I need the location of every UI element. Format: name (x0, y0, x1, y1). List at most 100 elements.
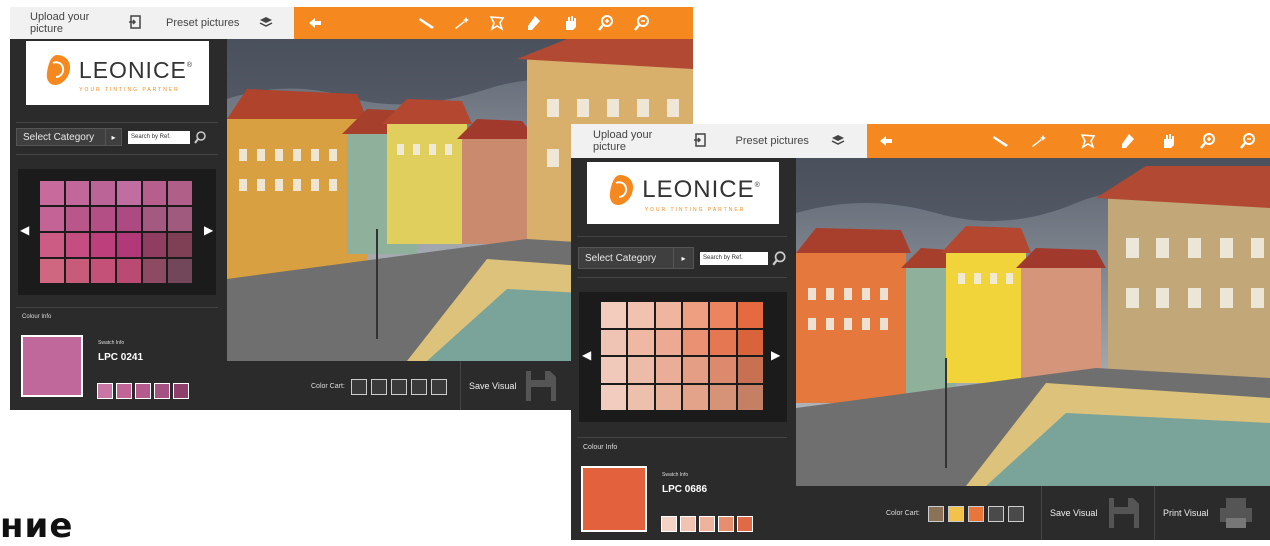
palette-swatch[interactable] (65, 233, 90, 257)
search-ref-input[interactable]: Search by Ref. (128, 130, 190, 144)
palette-swatch[interactable] (116, 259, 141, 283)
color-cart[interactable] (351, 379, 447, 395)
hand-icon[interactable] (561, 14, 579, 32)
palette-swatch[interactable] (91, 181, 115, 205)
hand-icon[interactable] (1159, 132, 1177, 150)
undo-icon[interactable] (306, 14, 324, 32)
palette-swatch[interactable] (737, 384, 763, 410)
palette-swatch[interactable] (116, 233, 141, 257)
cart-slot[interactable] (391, 379, 407, 395)
palette-swatch[interactable] (142, 207, 167, 231)
palette-swatch[interactable] (40, 207, 64, 231)
magic-wand-icon[interactable] (453, 14, 471, 32)
shade-swatch[interactable] (737, 516, 753, 532)
cart-slot[interactable] (968, 506, 984, 522)
color-cart[interactable] (928, 506, 1024, 522)
cart-slot[interactable] (948, 506, 964, 522)
palette-swatch[interactable] (683, 357, 709, 383)
preset-pictures-button[interactable]: Preset pictures (158, 15, 288, 32)
zoom-out-icon[interactable] (1239, 132, 1257, 150)
palette-swatch[interactable] (40, 259, 64, 283)
cart-slot[interactable] (1008, 506, 1024, 522)
palette-swatch[interactable] (601, 384, 627, 410)
palette-swatch[interactable] (91, 233, 115, 257)
select-category-dropdown[interactable]: Select Category (578, 247, 674, 269)
palette-swatch[interactable] (168, 259, 192, 283)
category-next-button[interactable]: ▸ (106, 128, 122, 146)
palette-swatch[interactable] (91, 207, 115, 231)
palette-swatch[interactable] (601, 357, 627, 383)
palette-prev-arrow[interactable]: ◀ (20, 223, 29, 237)
cart-slot[interactable] (411, 379, 427, 395)
shade-swatch[interactable] (116, 383, 132, 399)
palette-swatch[interactable] (628, 329, 654, 355)
palette-swatch[interactable] (710, 384, 736, 410)
palette-swatch[interactable] (710, 302, 736, 328)
palette-swatch[interactable] (683, 384, 709, 410)
save-visual-button[interactable]: Save Visual (1041, 486, 1153, 540)
palette-swatch[interactable] (655, 302, 681, 328)
cart-slot[interactable] (431, 379, 447, 395)
print-visual-button[interactable]: Print Visual (1154, 486, 1270, 540)
palette-swatch[interactable] (116, 181, 141, 205)
palette-swatch[interactable] (91, 259, 115, 283)
brush-icon[interactable] (992, 132, 1010, 150)
palette-swatch[interactable] (168, 233, 192, 257)
palette-swatch[interactable] (655, 329, 681, 355)
zoom-in-icon[interactable] (1199, 132, 1217, 150)
palette-swatch[interactable] (168, 207, 192, 231)
zoom-in-icon[interactable] (597, 14, 615, 32)
palette-swatch[interactable] (737, 357, 763, 383)
search-icon[interactable] (771, 250, 787, 266)
upload-picture-button[interactable]: Upload your picture (571, 129, 715, 153)
shade-swatch[interactable] (680, 516, 696, 532)
shade-swatch[interactable] (661, 516, 677, 532)
undo-icon[interactable] (877, 132, 895, 150)
category-next-button[interactable]: ▸ (674, 247, 694, 269)
cart-slot[interactable] (928, 506, 944, 522)
select-category-dropdown[interactable]: Select Category (16, 128, 106, 146)
lasso-icon[interactable] (1079, 132, 1097, 150)
shade-swatch[interactable] (97, 383, 113, 399)
palette-swatch[interactable] (142, 233, 167, 257)
palette-swatch[interactable] (65, 181, 90, 205)
palette-swatch[interactable] (65, 259, 90, 283)
palette-next-arrow[interactable]: ▶ (204, 223, 213, 237)
palette-swatch[interactable] (683, 302, 709, 328)
palette-next-arrow[interactable]: ▶ (771, 348, 780, 362)
eraser-icon[interactable] (1119, 132, 1137, 150)
shade-swatch[interactable] (699, 516, 715, 532)
palette-swatch[interactable] (628, 357, 654, 383)
palette-prev-arrow[interactable]: ◀ (582, 348, 591, 362)
cart-slot[interactable] (988, 506, 1004, 522)
palette-swatch[interactable] (601, 302, 627, 328)
palette-swatch[interactable] (65, 207, 90, 231)
lasso-icon[interactable] (488, 14, 506, 32)
palette-swatch[interactable] (168, 181, 192, 205)
room-photo[interactable] (796, 158, 1270, 486)
palette-swatch[interactable] (40, 181, 64, 205)
palette-swatch[interactable] (655, 357, 681, 383)
save-visual-button[interactable]: Save Visual (460, 361, 570, 410)
palette-swatch[interactable] (683, 329, 709, 355)
eraser-icon[interactable] (525, 14, 543, 32)
palette-swatch[interactable] (737, 302, 763, 328)
palette-swatch[interactable] (40, 233, 64, 257)
shade-swatch[interactable] (154, 383, 170, 399)
zoom-out-icon[interactable] (633, 14, 651, 32)
palette-swatch[interactable] (628, 302, 654, 328)
brush-icon[interactable] (418, 14, 436, 32)
palette-swatch[interactable] (655, 384, 681, 410)
palette-swatch[interactable] (116, 207, 141, 231)
magic-wand-icon[interactable] (1030, 132, 1048, 150)
palette-swatch[interactable] (737, 329, 763, 355)
search-ref-input[interactable]: Search by Ref. (700, 251, 768, 265)
shade-swatch[interactable] (173, 383, 189, 399)
cart-slot[interactable] (371, 379, 387, 395)
cart-slot[interactable] (351, 379, 367, 395)
palette-swatch[interactable] (710, 357, 736, 383)
search-icon[interactable] (193, 130, 207, 144)
palette-swatch[interactable] (710, 329, 736, 355)
palette-swatch[interactable] (142, 181, 167, 205)
palette-swatch[interactable] (601, 329, 627, 355)
